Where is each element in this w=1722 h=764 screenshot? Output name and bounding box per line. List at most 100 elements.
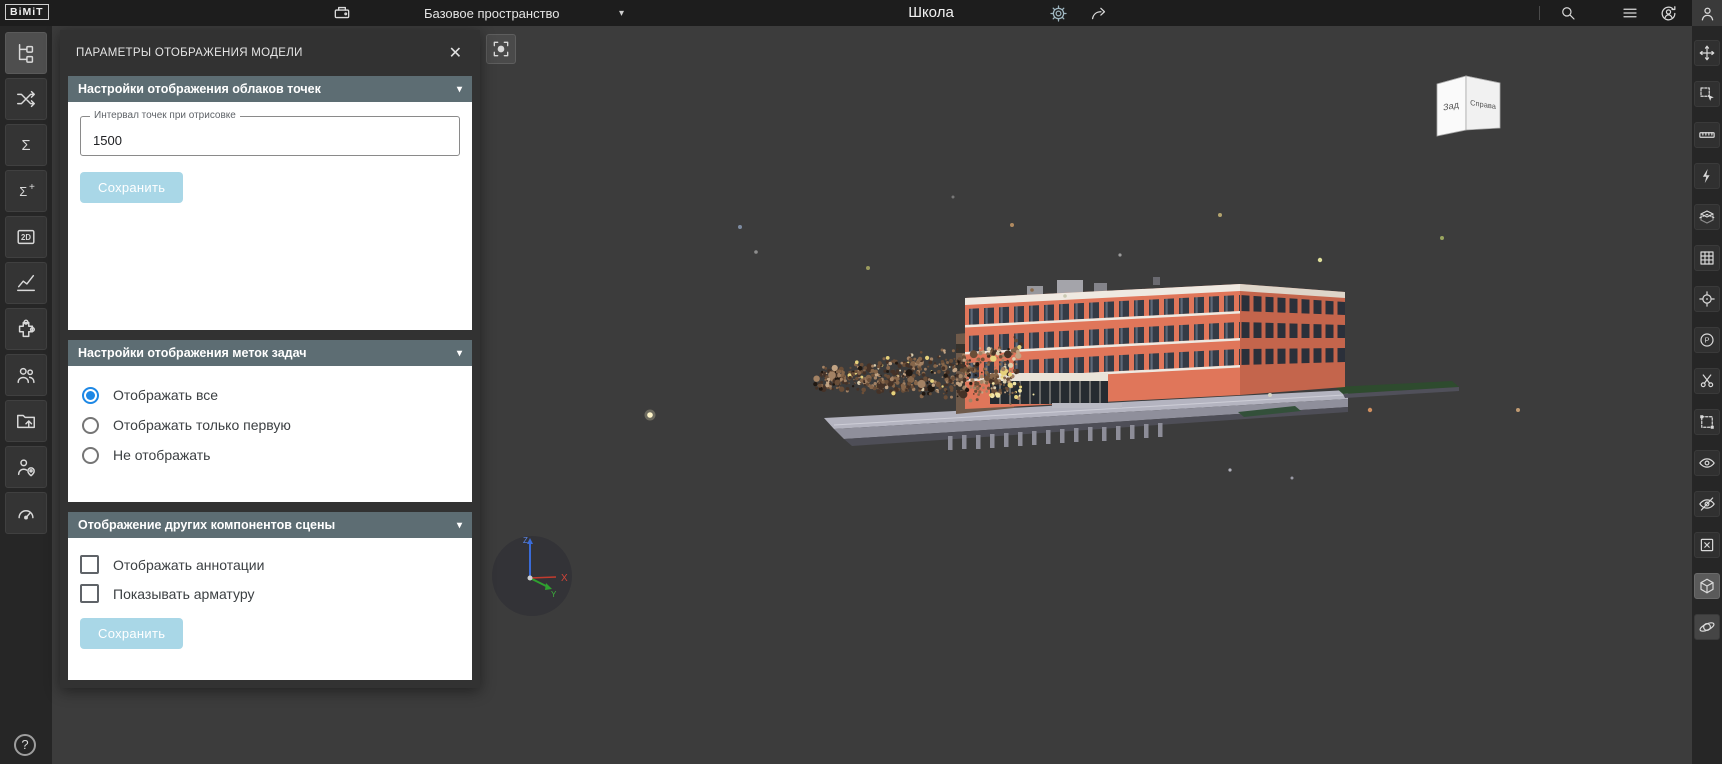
users-button[interactable] (5, 354, 47, 396)
section-header-task-marks[interactable]: Настройки отображения меток задач ▾ (68, 340, 472, 366)
model-title: Школа (888, 0, 974, 26)
plan-mode-button[interactable]: P (1694, 327, 1720, 353)
nav-cube[interactable]: Зад Справа (1434, 68, 1504, 143)
user-icon (1698, 4, 1717, 23)
point-interval-input[interactable] (81, 117, 459, 155)
menu-list-button[interactable] (1616, 1, 1644, 25)
focus-frame-icon (491, 39, 511, 59)
checkbox-label: Показывать арматуру (113, 586, 254, 602)
search-icon (1559, 4, 1577, 22)
mode-2d-button[interactable]: 2D (5, 216, 47, 258)
save-point-cloud-settings-button[interactable]: Сохранить (80, 172, 183, 203)
point-interval-label: Интервал точек при отрисовке (90, 110, 240, 121)
panel-title: ПАРАМЕТРЫ ОТОБРАЖЕНИЯ МОДЕЛИ (76, 47, 303, 59)
structure-tree-button[interactable] (5, 32, 47, 74)
session-history-button[interactable] (1654, 1, 1682, 25)
plugins-button[interactable] (5, 308, 47, 350)
section-title: Настройки отображения меток задач (78, 346, 307, 360)
quick-section-button[interactable] (1694, 163, 1720, 189)
radio-show-all[interactable]: Отображать все (68, 380, 472, 410)
radio-label: Отображать только первую (113, 417, 291, 433)
space-button[interactable] (328, 1, 356, 25)
sum-add-button[interactable]: Σ + (5, 170, 47, 212)
section-title: Отображение других компонентов сцены (78, 518, 335, 532)
eye-off-icon (1698, 495, 1716, 513)
hide-elements-button[interactable] (1694, 491, 1720, 517)
eye-icon (1698, 454, 1716, 472)
share-button[interactable] (1084, 1, 1112, 25)
workspace-label: Базовое пространство (424, 6, 560, 21)
cube-view-button[interactable] (1694, 573, 1720, 599)
section-header-point-clouds[interactable]: Настройки отображения облаков точек ▾ (68, 76, 472, 102)
select-window-icon (1698, 85, 1716, 103)
workspace-selector[interactable]: Базовое пространство ▾ (424, 0, 624, 26)
axis-z-label: Z (523, 536, 528, 545)
section-title: Настройки отображения облаков точек (78, 82, 321, 96)
pan-tool-button[interactable] (1694, 40, 1720, 66)
grid-button[interactable] (1694, 245, 1720, 271)
tree-structure-icon (15, 42, 37, 64)
svg-text:P: P (1704, 336, 1709, 345)
orbit-icon (1698, 618, 1716, 636)
orbit-button[interactable] (1694, 614, 1720, 640)
connections-button[interactable] (5, 78, 47, 120)
close-panel-button[interactable]: ✕ (445, 41, 466, 65)
grid-icon (1698, 249, 1716, 267)
box-x-icon (1698, 536, 1716, 554)
select-tool-button[interactable] (1694, 81, 1720, 107)
p-circle-icon: P (1698, 331, 1716, 349)
section-plane-button[interactable] (1694, 204, 1720, 230)
section-body-task-marks: Отображать все Отображать только первую … (68, 366, 472, 502)
charts-button[interactable] (5, 262, 47, 304)
radio-show-none[interactable]: Не отображать (68, 440, 472, 470)
cut-tool-button[interactable] (1694, 368, 1720, 394)
settings-button[interactable] (1044, 1, 1072, 25)
point-interval-field-wrap: Интервал точек при отрисовке (80, 116, 460, 156)
dashboard-button[interactable] (5, 492, 47, 534)
checkbox-icon (80, 555, 99, 574)
share-arrow-icon (1089, 4, 1108, 23)
puzzle-icon (15, 318, 37, 340)
isolate-button[interactable] (1694, 532, 1720, 558)
section-header-other-components[interactable]: Отображение других компонентов сцены ▾ (68, 512, 472, 538)
user-refresh-icon (1659, 4, 1678, 23)
ruler-icon (1698, 126, 1716, 144)
panel-header: ПАРАМЕТРЫ ОТОБРАЖЕНИЯ МОДЕЛИ ✕ (60, 30, 480, 76)
chevron-down-icon: ▾ (457, 84, 462, 95)
gauge-icon (15, 502, 37, 524)
help-button[interactable]: ? (14, 734, 36, 756)
bimit-app: BiMiT Базовое пространство ▾ Школа (0, 0, 1722, 764)
list-icon (1621, 4, 1639, 22)
sum-button[interactable]: Σ (5, 124, 47, 166)
bounding-box-button[interactable] (1694, 409, 1720, 435)
chevron-down-icon: ▾ (457, 348, 462, 359)
gear-icon (1049, 4, 1068, 23)
search-button[interactable] (1554, 1, 1582, 25)
axis-y-label: Y (551, 590, 557, 599)
focus-model-button[interactable] (486, 34, 516, 64)
checkbox-show-rebar[interactable]: Показывать арматуру (80, 579, 460, 608)
profile-button[interactable] (1692, 0, 1722, 26)
section-body-point-clouds: Интервал точек при отрисовке Сохранить (68, 102, 472, 330)
cube-icon (1698, 577, 1716, 595)
divider (1539, 6, 1540, 20)
close-icon: ✕ (449, 45, 462, 62)
users-icon (15, 364, 37, 386)
radio-icon (82, 417, 99, 434)
save-other-components-button[interactable]: Сохранить (80, 618, 183, 649)
radio-show-first-only[interactable]: Отображать только первую (68, 410, 472, 440)
bounding-box-icon (1698, 413, 1716, 431)
folder-share-icon (15, 410, 37, 432)
measure-tool-button[interactable] (1694, 122, 1720, 148)
geo-position-button[interactable] (5, 446, 47, 488)
topbar: BiMiT Базовое пространство ▾ Школа (0, 0, 1722, 26)
show-elements-button[interactable] (1694, 450, 1720, 476)
checkbox-label: Отображать аннотации (113, 557, 264, 573)
pan-icon (1698, 44, 1716, 62)
space-icon (332, 3, 352, 23)
checkbox-show-annotations[interactable]: Отображать аннотации (80, 550, 460, 579)
shared-folder-button[interactable] (5, 400, 47, 442)
axis-gizmo[interactable]: Z Y X (490, 530, 578, 623)
focus-target-button[interactable] (1694, 286, 1720, 312)
section-plane-icon (1698, 208, 1716, 226)
